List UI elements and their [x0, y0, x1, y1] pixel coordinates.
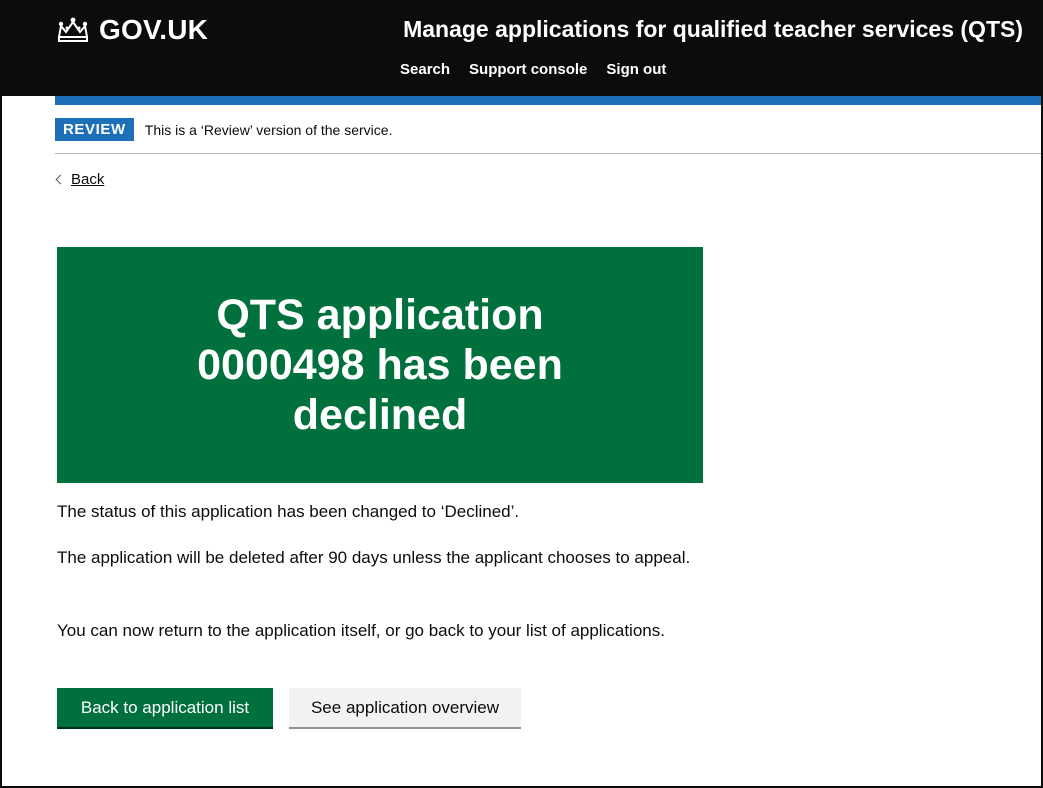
see-application-overview-button[interactable]: See application overview — [289, 688, 521, 727]
nav-support-console-link[interactable]: Support console — [469, 61, 587, 78]
back-link-label: Back — [71, 171, 105, 188]
nav-sign-out-link[interactable]: Sign out — [606, 61, 666, 78]
govuk-logo-link[interactable]: GOV.UK — [55, 14, 208, 46]
back-to-application-list-button[interactable]: Back to application list — [57, 688, 273, 727]
back-link[interactable]: Back — [55, 171, 105, 188]
service-name[interactable]: Manage applications for qualified teache… — [403, 16, 1023, 43]
deletion-paragraph: The application will be deleted after 90… — [57, 548, 691, 567]
phase-banner-text: This is a ‘Review’ version of the servic… — [144, 121, 393, 138]
site-header: GOV.UK Manage applications for qualified… — [2, 2, 1041, 96]
confirmation-panel: QTS application 0000498 has been decline… — [57, 247, 703, 483]
header-accent-bar — [55, 96, 1041, 105]
phase-banner: REVIEW This is a ‘Review’ version of the… — [55, 118, 392, 141]
page-frame: GOV.UK Manage applications for qualified… — [0, 0, 1043, 788]
status-paragraph: The status of this application has been … — [57, 502, 520, 521]
next-steps-paragraph: You can now return to the application it… — [57, 621, 665, 640]
nav-search-link[interactable]: Search — [400, 61, 450, 78]
panel-title: QTS application 0000498 has been decline… — [197, 291, 563, 439]
crown-icon — [57, 17, 89, 42]
phase-tag: REVIEW — [55, 118, 134, 141]
phase-banner-divider — [55, 153, 1041, 154]
logo-text: GOV.UK — [99, 14, 209, 45]
chevron-left-icon — [55, 174, 66, 185]
header-navigation: Search Support console Sign out — [400, 61, 666, 78]
